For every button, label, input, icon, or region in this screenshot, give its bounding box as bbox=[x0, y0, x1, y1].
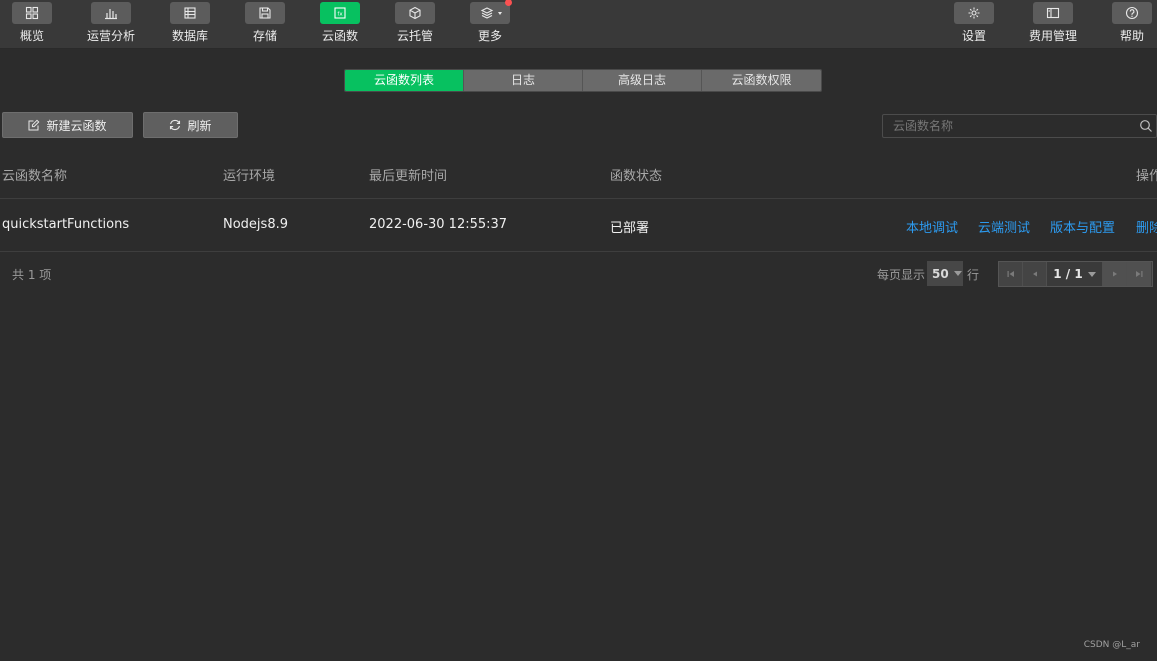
storage-icon bbox=[245, 2, 285, 24]
refresh-icon bbox=[170, 119, 181, 131]
cloud-test-link[interactable]: 云端测试 bbox=[978, 217, 1030, 236]
toolbar-settings[interactable]: 设置 bbox=[942, 0, 1006, 49]
toolbar-more-label: 更多 bbox=[477, 29, 502, 43]
toolbar-cloud-function-label: 云函数 bbox=[321, 29, 358, 43]
gear-icon bbox=[954, 2, 994, 24]
column-header-name: 云函数名称 bbox=[2, 169, 68, 184]
toolbar-database-label: 数据库 bbox=[171, 29, 208, 43]
toolbar-analytics[interactable]: 运营分析 bbox=[79, 0, 143, 49]
per-page-select[interactable]: 50 bbox=[927, 261, 963, 286]
chevron-down-icon bbox=[1087, 271, 1096, 277]
toolbar-billing-label: 费用管理 bbox=[1028, 29, 1077, 43]
next-page-button[interactable] bbox=[1103, 262, 1127, 286]
search-input[interactable] bbox=[883, 115, 1156, 137]
column-header-updated: 最后更新时间 bbox=[369, 169, 448, 184]
function-runtime: Nodejs8.9 bbox=[223, 217, 288, 232]
tab-advanced-logs[interactable]: 高级日志 bbox=[583, 70, 702, 91]
top-toolbar: 概览 运营分析 数据库 存储 fx 云函数 云托管 更多 设置 费用管理 帮助 bbox=[0, 0, 1157, 49]
chevron-down-icon bbox=[498, 12, 502, 15]
toolbar-overview-label: 概览 bbox=[19, 29, 44, 43]
function-status: 已部署 bbox=[610, 221, 650, 236]
function-tabs: 云函数列表 日志 高级日志 云函数权限 bbox=[344, 69, 822, 92]
column-header-status: 函数状态 bbox=[610, 169, 663, 184]
local-debug-link[interactable]: 本地调试 bbox=[906, 217, 958, 236]
database-icon bbox=[170, 2, 210, 24]
toolbar-help-label: 帮助 bbox=[1119, 29, 1144, 43]
column-header-runtime: 运行环境 bbox=[223, 169, 276, 184]
chevron-down-icon bbox=[953, 271, 962, 276]
new-function-button[interactable]: 新建云函数 bbox=[2, 112, 133, 138]
refresh-label: 刷新 bbox=[187, 118, 212, 133]
function-updated-time: 2022-06-30 12:55:37 bbox=[369, 217, 508, 232]
last-page-button[interactable] bbox=[1127, 262, 1151, 286]
prev-page-button[interactable] bbox=[1023, 262, 1047, 286]
toolbar-overview[interactable]: 概览 bbox=[0, 0, 64, 49]
column-header-operations: 操作 bbox=[1136, 169, 1157, 184]
toolbar-settings-label: 设置 bbox=[961, 29, 986, 43]
watermark: CSDN @L_ar bbox=[1083, 640, 1140, 650]
cloud-function-icon: fx bbox=[320, 2, 360, 24]
tab-function-list[interactable]: 云函数列表 bbox=[345, 70, 464, 91]
search-icon[interactable] bbox=[1139, 119, 1153, 133]
toolbar-billing[interactable]: 费用管理 bbox=[1021, 0, 1085, 49]
notification-dot bbox=[505, 0, 512, 6]
tab-logs[interactable]: 日志 bbox=[464, 70, 583, 91]
header-divider bbox=[0, 198, 1157, 199]
help-icon bbox=[1112, 2, 1152, 24]
toolbar-cloud-hosting[interactable]: 云托管 bbox=[383, 0, 447, 49]
layers-icon bbox=[470, 0, 512, 24]
toolbar-storage[interactable]: 存储 bbox=[233, 0, 297, 49]
total-count: 共 1 项 bbox=[12, 268, 52, 282]
billing-icon bbox=[1033, 2, 1073, 24]
next-page-icon bbox=[1112, 271, 1117, 277]
pagination: 1 / 1 bbox=[998, 261, 1153, 287]
first-page-icon bbox=[1007, 271, 1014, 277]
version-config-link[interactable]: 版本与配置 bbox=[1050, 217, 1115, 236]
page-select[interactable]: 1 / 1 bbox=[1047, 262, 1103, 286]
function-name: quickstartFunctions bbox=[2, 217, 130, 232]
refresh-button[interactable]: 刷新 bbox=[143, 112, 238, 138]
new-function-label: 新建云函数 bbox=[46, 118, 107, 133]
last-page-icon bbox=[1136, 271, 1143, 277]
tab-function-permissions[interactable]: 云函数权限 bbox=[702, 70, 821, 91]
page-indicator: 1 / 1 bbox=[1053, 267, 1083, 281]
row-unit-label: 行 bbox=[967, 268, 980, 282]
bar-chart-icon bbox=[91, 2, 131, 24]
toolbar-cloud-function[interactable]: fx 云函数 bbox=[308, 0, 372, 49]
box-icon bbox=[395, 2, 435, 24]
per-page-value: 50 bbox=[932, 266, 949, 281]
toolbar-more[interactable]: 更多 bbox=[458, 0, 522, 49]
toolbar-storage-label: 存储 bbox=[252, 29, 277, 43]
delete-link[interactable]: 删除 bbox=[1136, 217, 1157, 236]
toolbar-analytics-label: 运营分析 bbox=[86, 29, 135, 43]
toolbar-cloud-hosting-label: 云托管 bbox=[396, 29, 433, 43]
prev-page-icon bbox=[1032, 271, 1037, 277]
edit-icon bbox=[28, 119, 40, 131]
grid-icon bbox=[12, 2, 52, 24]
first-page-button[interactable] bbox=[999, 262, 1023, 286]
per-page-label: 每页显示 bbox=[877, 268, 926, 282]
search-box bbox=[882, 114, 1157, 138]
svg-text:fx: fx bbox=[337, 12, 343, 18]
toolbar-database[interactable]: 数据库 bbox=[158, 0, 222, 49]
row-divider bbox=[0, 251, 1157, 252]
toolbar-help[interactable]: 帮助 bbox=[1100, 0, 1157, 49]
